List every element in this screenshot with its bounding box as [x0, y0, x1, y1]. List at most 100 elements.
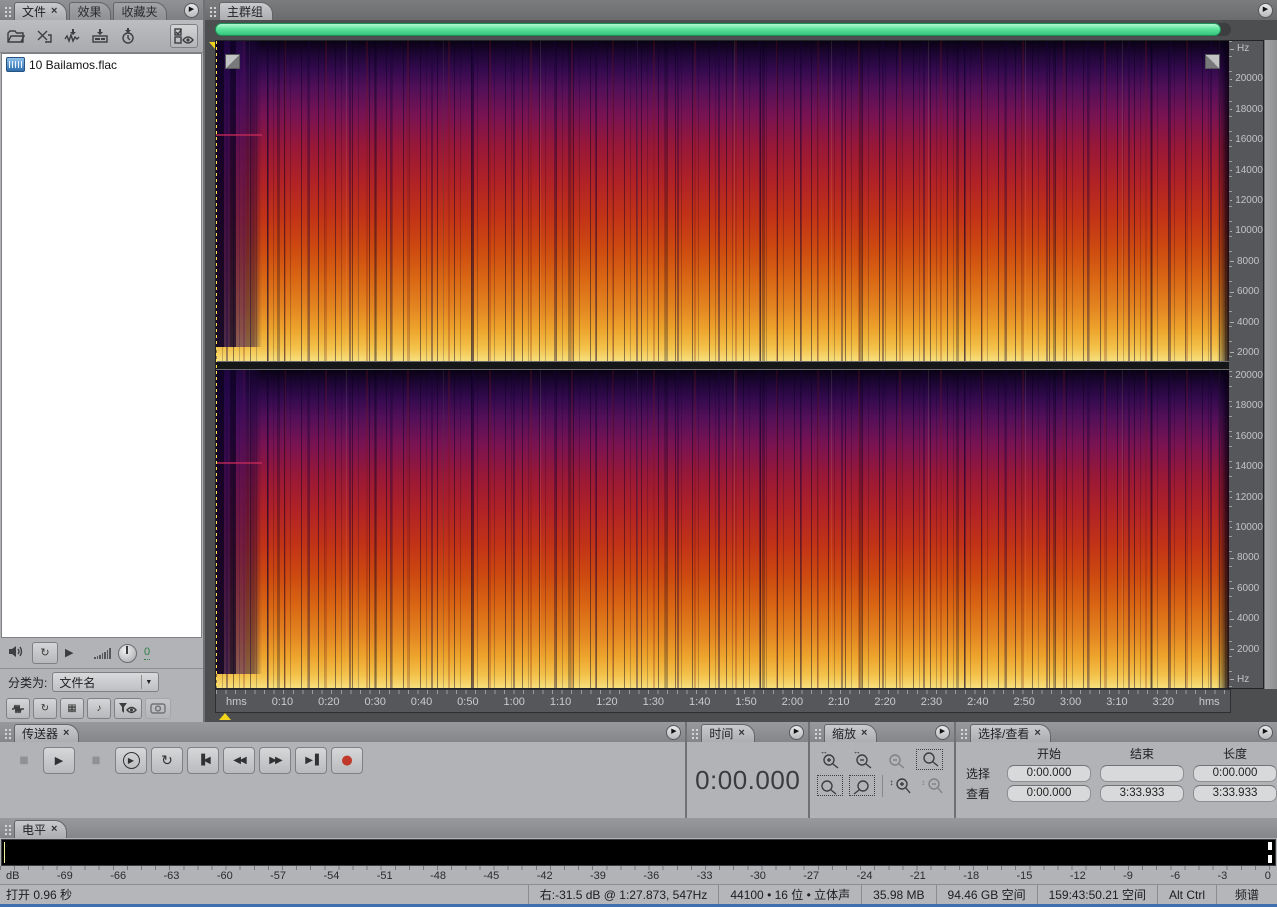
view-length-field[interactable]: 3:33.933	[1193, 785, 1277, 802]
record-button[interactable]: ●	[331, 747, 363, 774]
zoom-out-horizontal-button[interactable]: ↔	[849, 748, 878, 771]
zoom-in-vertical-button[interactable]: ↕	[888, 774, 916, 797]
panel-grip-icon[interactable]	[3, 5, 12, 18]
show-midi-files-button[interactable]: ♪	[87, 698, 111, 719]
panel-menu-icon[interactable]: ▶	[1258, 3, 1273, 18]
mute-speaker-icon[interactable]	[8, 645, 25, 661]
tab-levels[interactable]: 电平 ×	[14, 820, 68, 838]
close-icon[interactable]: ×	[51, 6, 57, 17]
panel-menu-icon[interactable]: ▶	[789, 725, 804, 740]
tab-favorites-label: 收藏夹	[121, 5, 158, 19]
panel-menu-icon[interactable]: ▶	[1258, 725, 1273, 740]
tab-files[interactable]: 文件 ×	[14, 2, 68, 20]
time-tick-label: 1:30	[642, 696, 665, 708]
panel-grip-icon[interactable]	[208, 5, 217, 18]
db-tick-label: -18	[963, 870, 980, 882]
panel-menu-icon[interactable]: ▶	[935, 725, 950, 740]
horizontal-scrollbar-thumb[interactable]	[215, 23, 1221, 36]
spectrogram-right-channel[interactable]	[216, 370, 1229, 688]
db-tick-label: 0	[1264, 870, 1271, 882]
panel-menu-icon[interactable]: ▶	[666, 725, 682, 740]
tab-favorites[interactable]: 收藏夹	[113, 2, 168, 20]
loop-play-button[interactable]: ↻	[151, 747, 183, 774]
vertical-scrollbar[interactable]	[1264, 40, 1277, 689]
volume-value[interactable]: 0	[143, 646, 151, 660]
panel-grip-icon[interactable]	[813, 727, 822, 740]
tab-effects[interactable]: 效果	[69, 2, 112, 20]
close-icon[interactable]: ×	[63, 728, 69, 739]
status-view-mode[interactable]: 频谱	[1215, 885, 1277, 905]
insert-into-cd-list-button[interactable]	[89, 26, 111, 46]
display-corner-handle-right[interactable]	[1205, 54, 1220, 69]
show-file-options-button[interactable]	[170, 24, 198, 48]
selection-end-field[interactable]	[1100, 765, 1184, 782]
waveform-display[interactable]	[215, 40, 1229, 689]
display-corner-handle-left[interactable]	[225, 54, 240, 69]
zoom-to-selection-left-button[interactable]	[816, 774, 844, 797]
db-tick-label: -27	[803, 870, 820, 882]
import-file-button[interactable]	[5, 26, 27, 46]
zoom-in-horizontal-button[interactable]: ↔	[816, 748, 845, 771]
insert-into-multitrack-button[interactable]	[61, 26, 83, 46]
panel-menu-icon[interactable]: ▶	[184, 3, 199, 18]
tab-zoom[interactable]: 缩放 ×	[824, 724, 878, 742]
selection-start-field[interactable]: 0:00.000	[1007, 765, 1091, 782]
preview-play-icon[interactable]: ▶	[65, 647, 73, 659]
zoom-out-vertical-button[interactable]: ↕	[920, 774, 948, 797]
time-tick-row: hms 0:10 0:20 0:30 0:40 0:50 1:00 1:10 1:20 1:30 1…	[216, 690, 1230, 708]
time-display[interactable]: 0:00.000	[687, 742, 808, 818]
volume-knob[interactable]	[117, 643, 137, 663]
panel-grip-icon[interactable]	[3, 823, 12, 836]
db-tick-label: -39	[590, 870, 606, 882]
playhead-cursor[interactable]	[216, 41, 217, 688]
go-to-beginning-button[interactable]: ▐◀	[187, 747, 219, 774]
spectrogram-left-channel[interactable]	[216, 41, 1229, 361]
volume-bars-icon[interactable]	[94, 647, 111, 659]
panel-grip-icon[interactable]	[959, 727, 968, 740]
show-loop-files-button[interactable]: ↻	[33, 698, 57, 719]
rewind-button[interactable]: ◀◀	[223, 747, 255, 774]
close-file-button[interactable]	[33, 26, 55, 46]
play-button[interactable]: ▶	[43, 747, 75, 774]
tab-selection-view[interactable]: 选择/查看 ×	[970, 724, 1051, 742]
zoom-to-selection-button[interactable]	[915, 748, 944, 771]
time-tick-label: 0:40	[410, 696, 433, 708]
frequency-tick-label: 16000	[1229, 135, 1263, 145]
tab-main-group[interactable]: 主群组	[219, 2, 274, 20]
file-item[interactable]: 10 Bailamos.flac	[2, 56, 201, 73]
selection-length-field[interactable]: 0:00.000	[1193, 765, 1277, 782]
horizontal-scrollbar-track[interactable]	[215, 23, 1231, 36]
filter-view-button[interactable]	[114, 698, 142, 719]
close-icon[interactable]: ×	[1034, 728, 1040, 739]
rewind-icon: ◀◀	[233, 755, 246, 766]
panel-grip-icon[interactable]	[690, 727, 700, 740]
pause-button[interactable]: ▮▮	[79, 747, 111, 774]
close-icon[interactable]: ×	[51, 824, 57, 835]
sort-by-dropdown[interactable]: 文件名 ▼	[52, 672, 160, 692]
fast-forward-button[interactable]: ▶▶	[259, 747, 291, 774]
go-to-end-button[interactable]: ▶▐	[295, 747, 327, 774]
file-list[interactable]: 10 Bailamos.flac	[1, 53, 202, 638]
close-icon[interactable]: ×	[861, 728, 867, 739]
loop-preview-button[interactable]: ↻	[32, 642, 58, 664]
play-from-cursor-button[interactable]: ▶	[115, 747, 147, 774]
stop-button[interactable]: ■	[7, 747, 39, 774]
frequency-ruler[interactable]: Hz 20000 18000 16000 14000 12000 10000 8000 6000…	[1229, 40, 1264, 689]
level-meter[interactable]	[1, 839, 1276, 866]
tab-transport[interactable]: 传送器 ×	[14, 724, 80, 742]
zoom-to-selection-right-button[interactable]	[848, 774, 876, 797]
playhead-marker-bottom[interactable]	[219, 713, 231, 720]
tab-time[interactable]: 时间 ×	[701, 724, 755, 742]
time-ruler[interactable]: hms 0:10 0:20 0:30 0:40 0:50 1:00 1:10 1:20 1:30 1…	[215, 689, 1231, 713]
insert-into-session-button[interactable]	[117, 26, 139, 46]
frequency-ticks-right-channel: 20000 18000 16000 14000 12000 10000 8000 6000 40…	[1229, 368, 1263, 688]
view-start-field[interactable]: 0:00.000	[1007, 785, 1091, 802]
zoom-out-full-button[interactable]	[882, 748, 911, 771]
close-icon[interactable]: ×	[738, 728, 744, 739]
show-video-files-button[interactable]: ▦	[60, 698, 84, 719]
view-end-field[interactable]: 3:33.933	[1100, 785, 1184, 802]
panel-grip-icon[interactable]	[3, 727, 12, 740]
channel-divider[interactable]	[216, 361, 1229, 370]
time-tick-label: 2:30	[920, 696, 943, 708]
show-audio-files-button[interactable]	[6, 698, 30, 719]
